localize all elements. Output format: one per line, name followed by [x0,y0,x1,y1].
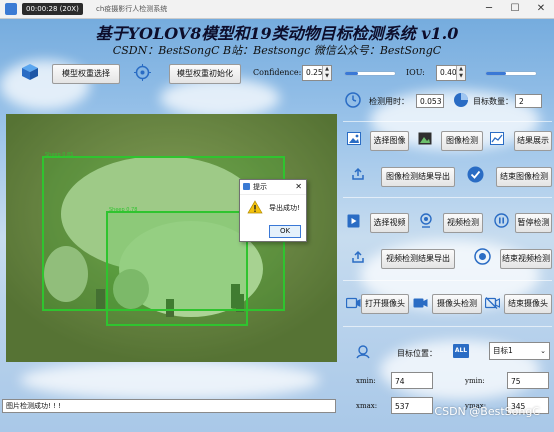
detect-image-button[interactable]: 图像检测 [441,131,483,151]
dialog-close-button[interactable]: ✕ [295,181,302,193]
divider [343,121,552,122]
line-chart-icon [490,132,504,148]
image-icon [347,132,361,148]
minimize-button[interactable]: ─ [476,0,502,18]
dialog-title: 提示 [253,183,267,191]
dialog-message: 导出成功! [269,204,300,212]
background-cloud [20,360,320,400]
ymin-label: ymin: [465,377,485,385]
open-camera-button[interactable]: 打开摄像头 [361,294,409,314]
all-targets-icon: ALL [453,344,469,358]
dialog-titlebar: 提示 ✕ [240,180,306,195]
target-icon [134,64,151,84]
ymin-value: 75 [507,372,549,389]
camera-off-icon [484,297,501,312]
video-file-icon [347,214,360,231]
select-weights-button[interactable]: 模型权重选择 [52,64,120,84]
iou-spinbox[interactable]: 0.40 ▲ ▼ [436,65,466,81]
image-detect-icon [418,132,432,148]
time-label: 检测用时： [369,97,409,106]
pause-icon [494,213,509,231]
watermark: CSDN @BestSongC [434,405,540,418]
maximize-button[interactable]: ☐ [502,0,528,18]
show-result-button[interactable]: 结果展示 [514,131,552,151]
iou-label: IOU: [406,68,425,77]
upload-icon [351,167,365,184]
location-icon [356,344,370,362]
confidence-value: 0.25 [306,68,323,77]
confidence-slider[interactable] [345,72,395,75]
divider [343,280,552,281]
app-logo-icon [5,3,17,15]
end-video-button[interactable]: 结束视频检测 [500,249,552,269]
export-video-button[interactable]: 视频检测结果导出 [381,249,455,269]
select-image-button[interactable]: 选择图像 [370,131,409,151]
select-video-button[interactable]: 选择视频 [370,213,409,233]
export-image-button[interactable]: 图像检测结果导出 [381,167,455,187]
camera-icon [345,297,361,312]
pause-detect-button[interactable]: 暂停检测 [515,213,552,233]
cube-icon [21,63,39,84]
confidence-slider-fill [345,72,358,75]
message-dialog: 提示 ✕ 导出成功! OK [239,179,307,242]
dialog-ok-button[interactable]: OK [269,225,301,238]
end-camera-button[interactable]: 结束摄像头 [504,294,552,314]
chevron-down-icon: ⌄ [540,347,546,355]
xmin-label: xmin: [356,377,376,385]
webcam-icon [419,213,433,231]
close-window-button[interactable]: ✕ [528,0,554,18]
xmin-value: 74 [391,372,433,389]
dialog-app-icon [243,183,250,190]
count-value: 2 [515,94,542,108]
window-title: ch疫摄影行人检测系统 [96,5,168,13]
detection-label: Sheep 0.78 [109,207,137,213]
status-bar: 图片检测成功! ! ! [2,399,336,413]
end-image-button[interactable]: 结束图像检测 [496,167,552,187]
confidence-label: Confidence: [253,68,302,77]
recording-badge: 00:00:28 (20X) [22,3,83,15]
iou-slider[interactable] [486,72,536,75]
time-value: 0.053 [416,94,444,108]
selected-target: 目标1 [493,346,513,355]
xmax-value: 537 [391,397,433,414]
background-cloud [160,78,280,118]
target-select[interactable]: 目标1 ⌄ [489,342,550,360]
window-titlebar: 00:00:28 (20X) ch疫摄影行人检测系统 ─ ☐ ✕ [0,0,554,19]
xmax-label: xmax: [356,402,378,410]
iou-value: 0.40 [440,68,457,77]
video-camera-icon [413,297,428,312]
upload-icon [351,250,365,267]
spin-arrows-icon[interactable]: ▲ ▼ [456,66,465,80]
pie-chart-icon [453,92,469,111]
page-title: 基于YOLOV8模型和19类动物目标检测系统 v1.0 [95,24,459,43]
divider [343,326,552,327]
check-circle-icon [467,166,484,186]
init-weights-button[interactable]: 模型权重初始化 [169,64,241,84]
target-position-label: 目标位置： [397,349,437,358]
spin-arrows-icon[interactable]: ▲ ▼ [322,66,331,80]
clock-icon [345,92,361,111]
count-label: 目标数量： [473,97,513,106]
confidence-spinbox[interactable]: 0.25 ▲ ▼ [302,65,332,81]
stop-circle-icon [474,248,491,268]
detection-box [106,211,248,326]
page-subtitle: CSDN：BestSongC B站：Bestsongc 微信公众号：BestSo… [112,44,442,57]
detect-video-button[interactable]: 视频检测 [443,213,483,233]
detect-camera-button[interactable]: 摄像头检测 [432,294,482,314]
divider [343,197,552,198]
warning-icon [247,200,263,217]
iou-slider-fill [486,72,506,75]
detection-label: Sheep 0.85 [45,152,73,158]
all-icon-text: ALL [454,347,468,354]
